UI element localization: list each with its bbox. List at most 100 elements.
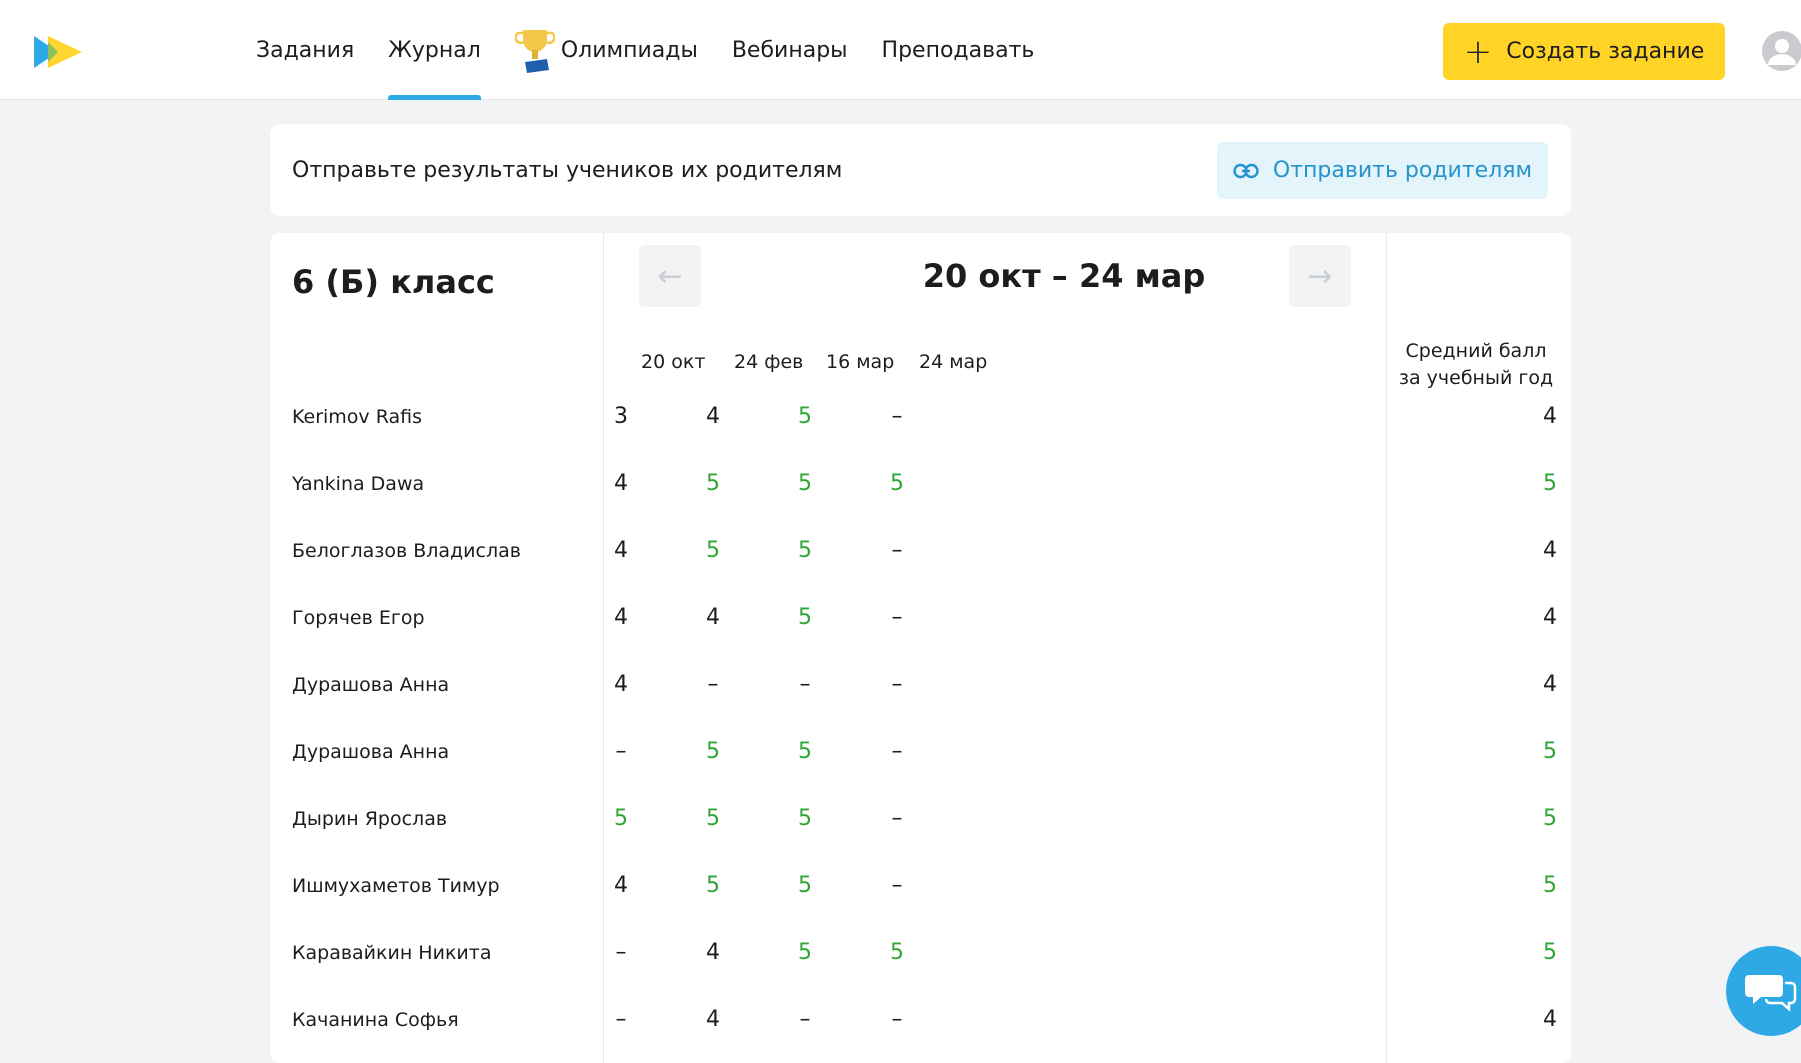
arrow-left-icon: ← xyxy=(657,258,683,294)
date-header[interactable]: 24 фев xyxy=(734,351,803,373)
grade-cell[interactable]: 5 xyxy=(693,450,733,517)
student-name[interactable]: Горячев Егор xyxy=(292,584,425,651)
grade-cell[interactable]: 5 xyxy=(785,718,825,785)
send-results-card: Отправьте результаты учеников их родител… xyxy=(270,124,1571,216)
grade-cell[interactable]: 3 xyxy=(601,383,641,450)
date-header[interactable]: 24 мар xyxy=(919,351,987,373)
chat-icon xyxy=(1745,975,1797,1012)
grade-cell[interactable]: 5 xyxy=(877,919,917,986)
student-name[interactable]: Дурашова Анна xyxy=(292,651,449,718)
grade-cell: – xyxy=(615,940,627,965)
table-row: Дырин Ярослав 5 5 5–5 xyxy=(270,785,1571,852)
date-header[interactable]: 16 мар xyxy=(826,351,894,373)
next-period-button[interactable]: → xyxy=(1289,245,1351,307)
grade-cell[interactable]: 5 xyxy=(693,718,733,785)
table-row: Yankina Dawa 4 5 5 5 5 xyxy=(270,450,1571,517)
average-header-line: Средний балл xyxy=(1405,340,1547,362)
grade-cell[interactable]: 5 xyxy=(785,584,825,651)
grade-cell: – xyxy=(891,739,903,764)
nav-item-tasks[interactable]: Задания xyxy=(256,0,354,100)
grade-cell: – xyxy=(799,672,811,697)
average-grade: 4 xyxy=(1543,1007,1557,1032)
user-icon xyxy=(1768,39,1796,65)
logo-icon[interactable] xyxy=(34,34,84,70)
grade-cell: – xyxy=(615,1007,627,1032)
class-title: 6 (Б) класс xyxy=(292,263,495,301)
student-name[interactable]: Kerimov Rafis xyxy=(292,383,422,450)
grade-cell: – xyxy=(707,672,719,697)
average-grade: 5 xyxy=(1543,873,1557,898)
avatar[interactable] xyxy=(1762,31,1801,71)
send-results-text: Отправьте результаты учеников их родител… xyxy=(292,157,843,183)
table-row: Белоглазов Владислав 4 5 5–4 xyxy=(270,517,1571,584)
grade-cell[interactable]: 4 xyxy=(601,651,641,718)
student-name[interactable]: Дырин Ярослав xyxy=(292,785,447,852)
average-grade: 4 xyxy=(1543,404,1557,429)
grade-cell: – xyxy=(891,1007,903,1032)
journal-table: 6 (Б) класс ← 20 окт – 24 мар → 20 окт 2… xyxy=(270,233,1571,1063)
send-to-parents-label: Отправить родителям xyxy=(1272,158,1533,183)
grade-cell[interactable]: 5 xyxy=(785,785,825,852)
student-rows: Kerimov Rafis 3 4 5–4 Yankina Dawa 4 5 5 5 5 Белог… xyxy=(270,383,1571,1053)
grade-cell[interactable]: 5 xyxy=(693,852,733,919)
grade-cell: – xyxy=(891,806,903,831)
create-task-label: Создать задание xyxy=(1506,39,1705,64)
grade-cell[interactable]: 5 xyxy=(693,517,733,584)
grade-cell[interactable]: 4 xyxy=(601,584,641,651)
student-name[interactable]: Белоглазов Владислав xyxy=(292,517,521,584)
arrow-right-icon: → xyxy=(1307,258,1333,294)
grade-cell[interactable]: 5 xyxy=(877,450,917,517)
grade-cell[interactable]: 4 xyxy=(693,584,733,651)
grade-cell: – xyxy=(891,873,903,898)
student-name[interactable]: Качанина Софья xyxy=(292,986,459,1053)
top-navigation-bar: Задания Журнал Олимпиады Вебинары Препод… xyxy=(0,0,1801,100)
grade-cell[interactable]: 5 xyxy=(785,517,825,584)
grade-cell[interactable]: 4 xyxy=(693,986,733,1053)
average-grade: 5 xyxy=(1543,940,1557,965)
grade-cell[interactable]: 5 xyxy=(785,919,825,986)
grade-cell: – xyxy=(891,404,903,429)
grade-cell[interactable]: 5 xyxy=(693,785,733,852)
grade-cell[interactable]: 4 xyxy=(601,450,641,517)
nav-item-label: Олимпиады xyxy=(560,37,698,63)
grade-cell[interactable]: 4 xyxy=(693,383,733,450)
table-row: Дурашова Анна 4 – – – 4 xyxy=(270,651,1571,718)
grade-cell[interactable]: 5 xyxy=(785,852,825,919)
nav-item-teach[interactable]: Преподавать xyxy=(882,0,1035,100)
student-name[interactable]: Каравайкин Никита xyxy=(292,919,491,986)
grade-cell[interactable]: 4 xyxy=(693,919,733,986)
nav-item-label: Вебинары xyxy=(731,37,848,63)
nav-item-webinars[interactable]: Вебинары xyxy=(732,0,848,100)
student-name[interactable]: Дурашова Анна xyxy=(292,718,449,785)
average-grade: 5 xyxy=(1543,471,1557,496)
nav-item-label: Преподавать xyxy=(881,37,1035,63)
table-row: Ишмухаметов Тимур 4 5 5–5 xyxy=(270,852,1571,919)
grade-cell[interactable]: 5 xyxy=(601,785,641,852)
link-icon xyxy=(1233,163,1259,178)
table-row: Дурашова Анна –5 5–5 xyxy=(270,718,1571,785)
grade-cell: – xyxy=(891,538,903,563)
grade-cell[interactable]: 4 xyxy=(601,517,641,584)
plus-icon: + xyxy=(1463,31,1493,72)
table-row: Качанина Софья – 4 – – 4 xyxy=(270,986,1571,1053)
date-header[interactable]: 20 окт xyxy=(641,351,705,373)
send-to-parents-button[interactable]: Отправить родителям xyxy=(1217,142,1548,199)
grade-cell: – xyxy=(891,605,903,630)
average-grade: 4 xyxy=(1543,538,1557,563)
main-nav: Задания Журнал Олимпиады Вебинары Препод… xyxy=(256,0,1068,100)
chat-button[interactable] xyxy=(1726,946,1801,1036)
nav-item-olympiads[interactable]: Олимпиады xyxy=(514,0,698,100)
grade-cell: – xyxy=(891,672,903,697)
nav-item-journal[interactable]: Журнал xyxy=(388,0,481,100)
create-task-button[interactable]: + Создать задание xyxy=(1443,23,1725,80)
grade-cell[interactable]: 4 xyxy=(601,852,641,919)
average-grade: 5 xyxy=(1543,806,1557,831)
student-name[interactable]: Ишмухаметов Тимур xyxy=(292,852,500,919)
average-grade: 4 xyxy=(1543,672,1557,697)
student-name[interactable]: Yankina Dawa xyxy=(292,450,424,517)
grade-cell: – xyxy=(615,739,627,764)
prev-period-button[interactable]: ← xyxy=(639,245,701,307)
period-title: 20 окт – 24 мар xyxy=(922,257,1206,295)
grade-cell[interactable]: 5 xyxy=(785,450,825,517)
grade-cell[interactable]: 5 xyxy=(785,383,825,450)
